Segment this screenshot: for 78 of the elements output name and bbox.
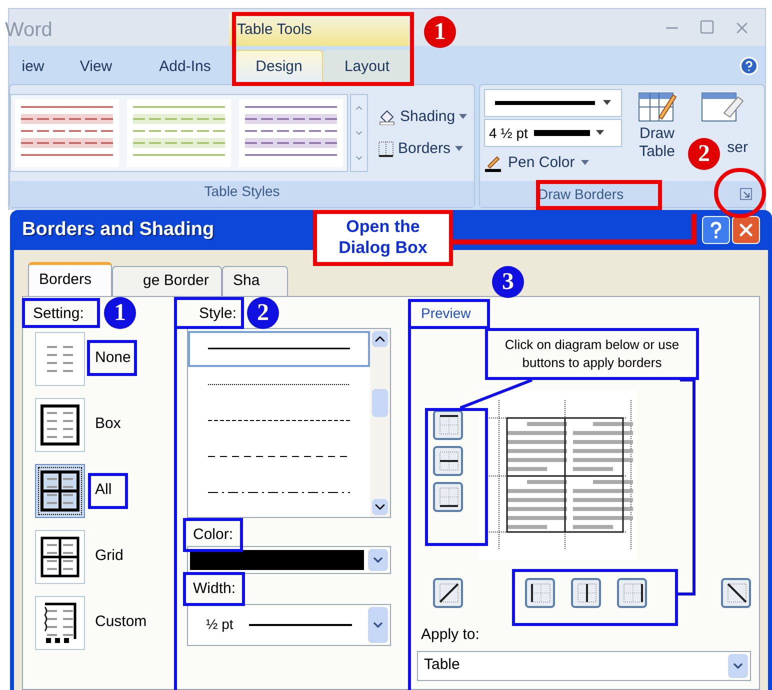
close-button[interactable] xyxy=(732,216,760,244)
line-style-dropdown[interactable] xyxy=(484,89,622,117)
scroll-thumb[interactable] xyxy=(372,388,388,416)
group-label: Table Styles xyxy=(10,181,474,207)
right-border-button[interactable] xyxy=(617,578,647,608)
setting-option-label: Grid xyxy=(95,546,124,566)
diagonal-border-button[interactable] xyxy=(433,578,463,608)
draw-table-button[interactable]: Draw Table xyxy=(628,89,686,177)
width-dropdown[interactable]: ½ pt xyxy=(187,604,391,646)
width-label: Width: xyxy=(193,580,236,598)
pencil-icon xyxy=(484,154,502,172)
help-button[interactable] xyxy=(702,216,730,244)
center-border-button[interactable] xyxy=(571,578,601,608)
dropdown-arrow-button[interactable] xyxy=(368,548,388,570)
gallery-scrollbar[interactable] xyxy=(350,94,368,172)
dialog-tab[interactable]: Sha xyxy=(222,266,288,296)
chevron-up-icon xyxy=(372,330,388,346)
dialog-tab[interactable]: ge Border xyxy=(112,266,222,296)
border-grid-icon xyxy=(378,141,394,158)
borders-button[interactable]: Borders xyxy=(378,138,468,160)
custom-border-setting-button[interactable] xyxy=(35,596,85,650)
diagonal-border-button[interactable] xyxy=(721,578,751,608)
box-border-setting-button[interactable] xyxy=(35,398,85,452)
dialog-title: Borders and Shading xyxy=(22,218,214,242)
ribbon-tab[interactable]: Layout xyxy=(323,50,411,84)
scrollbar[interactable] xyxy=(370,328,390,516)
paint-bucket-icon xyxy=(378,108,396,125)
dropdown-arrow-button[interactable] xyxy=(728,654,748,678)
setting-label: Setting: xyxy=(33,304,84,324)
ribbon-tab[interactable]: View xyxy=(57,50,135,84)
all-border-setting-button[interactable] xyxy=(35,464,85,518)
setting-option-label: Box xyxy=(95,414,121,434)
caret-icon xyxy=(603,100,611,106)
annotation-box xyxy=(88,473,128,509)
chevron-down-icon xyxy=(372,498,388,514)
ribbon-tab[interactable]: iew xyxy=(9,50,57,84)
grid-border-setting-button[interactable] xyxy=(35,530,85,584)
caret-icon xyxy=(454,146,463,152)
preview-label: Preview xyxy=(421,304,471,323)
none-border-setting-button[interactable] xyxy=(35,332,85,386)
table-style-thumbnail[interactable] xyxy=(15,99,119,167)
middle-border-button[interactable] xyxy=(433,446,463,476)
table-style-thumbnail[interactable] xyxy=(239,99,343,167)
annotation-box xyxy=(183,518,243,552)
bottom-border-button[interactable] xyxy=(433,482,463,512)
setting-option-label: None xyxy=(95,348,131,368)
annotation-box xyxy=(174,297,244,329)
pen-color-button[interactable]: Pen Color xyxy=(484,149,622,177)
dropdown-arrow-button[interactable] xyxy=(368,606,388,642)
caret-icon xyxy=(580,160,589,166)
apply-to-label: Apply to: xyxy=(421,625,480,645)
color-label: Color: xyxy=(193,526,234,544)
eraser-label[interactable]: ser xyxy=(727,139,748,157)
preview-hint: Click on diagram below or use buttons to apply borders xyxy=(485,328,699,380)
question-mark-icon xyxy=(709,221,723,239)
callout-label: Open the Dialog Box xyxy=(313,210,453,266)
annotation-box xyxy=(87,340,137,376)
left-border-button[interactable] xyxy=(525,578,555,608)
ribbon-tab[interactable]: Add-Ins xyxy=(135,50,235,84)
dialog-tab[interactable]: Borders xyxy=(28,262,112,296)
setting-option-label: Custom xyxy=(95,612,147,632)
caret-icon xyxy=(596,130,604,136)
annotation-box xyxy=(183,572,245,606)
style-label: Style: xyxy=(199,304,237,324)
line-weight-dropdown[interactable]: 4 ½ pt xyxy=(484,119,622,147)
dialog-launcher-icon[interactable] xyxy=(740,188,752,200)
app-title: Word xyxy=(5,18,54,43)
top-border-button[interactable] xyxy=(433,410,463,440)
table-style-thumbnail[interactable] xyxy=(127,99,231,167)
table-preview-diagram[interactable] xyxy=(479,390,637,560)
line-style-option[interactable] xyxy=(188,330,370,366)
ribbon-tab[interactable]: Design xyxy=(235,50,323,84)
apply-to-dropdown[interactable]: Table xyxy=(417,650,751,680)
caret-icon xyxy=(459,114,468,120)
color-dropdown[interactable] xyxy=(187,546,391,574)
setting-option-label: All xyxy=(95,480,112,500)
shading-button[interactable]: Shading xyxy=(378,106,468,128)
help-icon[interactable] xyxy=(739,56,759,76)
